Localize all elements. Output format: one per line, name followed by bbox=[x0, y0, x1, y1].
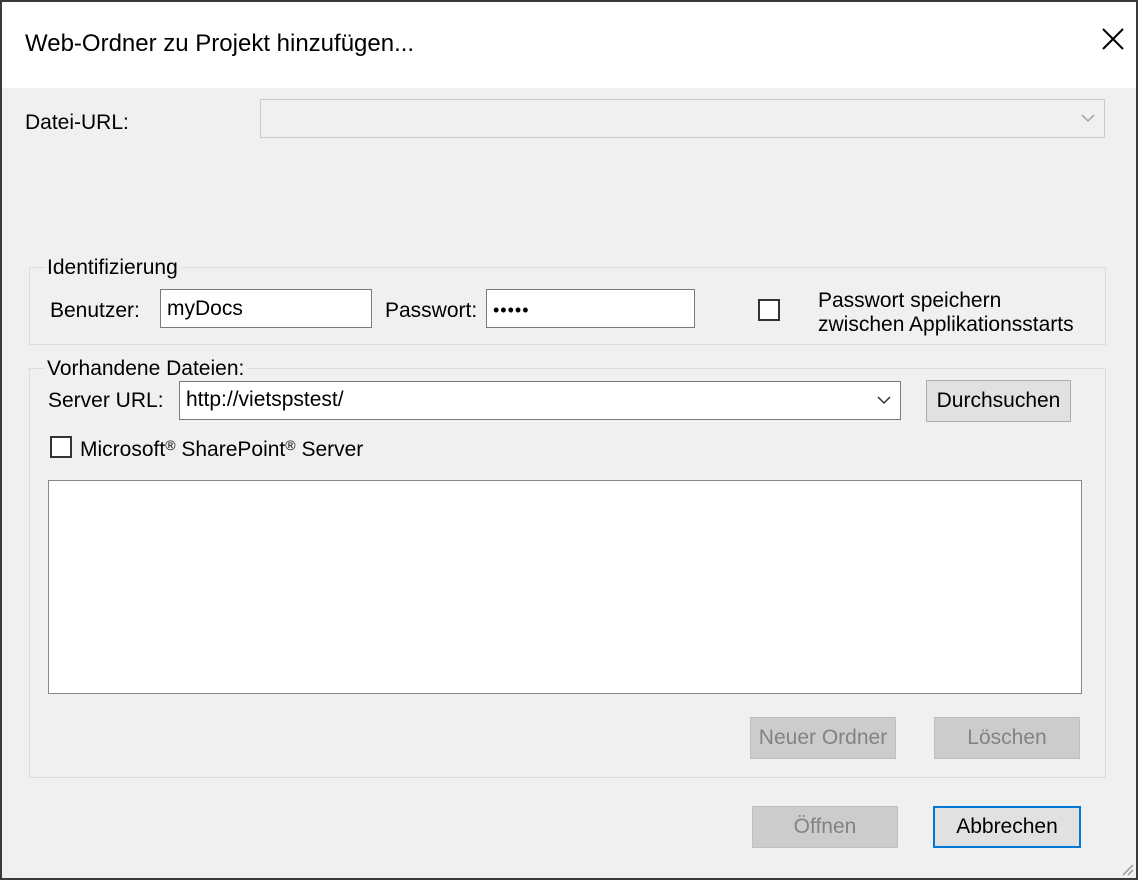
file-url-label: Datei-URL: bbox=[25, 111, 129, 134]
chevron-down-icon[interactable] bbox=[876, 394, 892, 406]
browse-button[interactable]: Durchsuchen bbox=[926, 380, 1071, 422]
close-button[interactable] bbox=[1090, 16, 1136, 62]
chevron-down-icon[interactable] bbox=[1080, 112, 1096, 124]
new-folder-button[interactable]: Neuer Ordner bbox=[750, 717, 896, 759]
file-url-combobox[interactable] bbox=[260, 99, 1105, 138]
save-password-label-line1: Passwort speichern bbox=[818, 289, 1002, 312]
files-list[interactable] bbox=[48, 480, 1082, 694]
resize-grip-icon[interactable] bbox=[1118, 860, 1134, 876]
dialog-window: Web-Ordner zu Projekt hinzufügen... Date… bbox=[0, 0, 1138, 880]
password-input[interactable]: ••••• bbox=[486, 289, 695, 328]
title-bar: Web-Ordner zu Projekt hinzufügen... bbox=[2, 2, 1136, 88]
sharepoint-checkbox[interactable] bbox=[50, 436, 72, 458]
existing-files-group-title: Vorhandene Dateien: bbox=[44, 357, 248, 381]
window-title: Web-Ordner zu Projekt hinzufügen... bbox=[25, 30, 415, 57]
password-input-value: ••••• bbox=[493, 300, 530, 320]
save-password-checkbox[interactable] bbox=[758, 299, 780, 321]
server-url-label: Server URL: bbox=[48, 389, 164, 412]
identification-group-title: Identifizierung bbox=[44, 256, 181, 280]
delete-button[interactable]: Löschen bbox=[934, 717, 1080, 759]
save-password-label-line2: zwischen Applikationsstarts bbox=[818, 313, 1074, 336]
server-url-value: http://vietspstest/ bbox=[186, 388, 344, 411]
cancel-button[interactable]: Abbrechen bbox=[933, 806, 1081, 848]
user-label: Benutzer: bbox=[50, 299, 140, 322]
password-label: Passwort: bbox=[385, 299, 478, 322]
open-button[interactable]: Öffnen bbox=[752, 806, 898, 848]
user-input[interactable]: myDocs bbox=[160, 289, 372, 328]
user-input-value: myDocs bbox=[167, 297, 243, 320]
sharepoint-label: Microsoft® SharePoint® Server bbox=[80, 437, 364, 461]
server-url-combobox[interactable]: http://vietspstest/ bbox=[179, 381, 901, 420]
close-icon bbox=[1102, 28, 1124, 50]
